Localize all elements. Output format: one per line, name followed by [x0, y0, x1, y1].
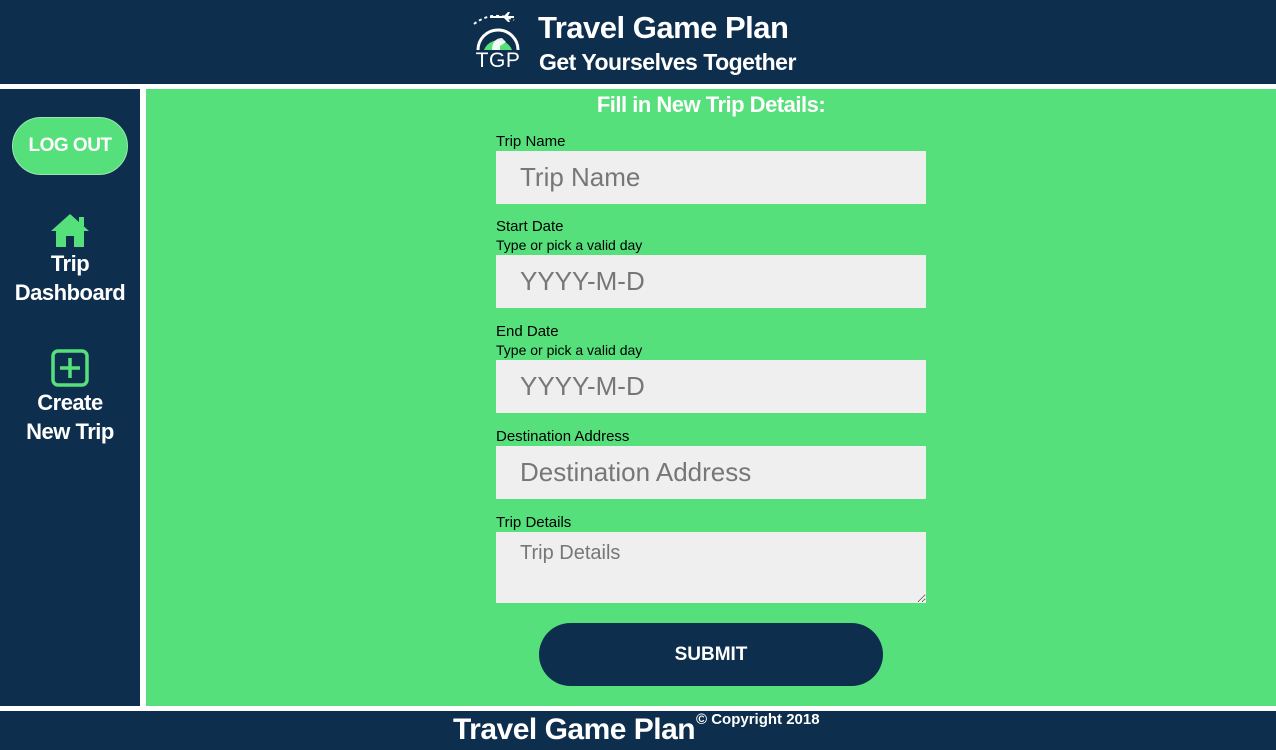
destination-address-label: Destination Address: [496, 428, 630, 445]
start-date-input[interactable]: [496, 255, 926, 308]
submit-button[interactable]: SUBMIT: [539, 623, 883, 686]
form-title: Fill in New Trip Details:: [596, 92, 826, 117]
sidebar: LOG OUT Trip Dashboard Create New Trip: [0, 89, 140, 706]
sidebar-item-create-new-trip[interactable]: Create New Trip: [0, 348, 140, 446]
logout-button[interactable]: LOG OUT: [12, 117, 128, 175]
end-date-label: End Date: [496, 323, 559, 340]
end-date-input[interactable]: [496, 360, 926, 413]
sidebar-item-label: New Trip: [26, 419, 114, 444]
airplane-globe-icon: [473, 12, 520, 51]
sidebar-item-label: Create: [37, 390, 103, 415]
destination-address-input[interactable]: [496, 446, 926, 499]
tgp-logo[interactable]: TGP: [470, 6, 526, 76]
start-date-hint: Type or pick a valid day: [496, 237, 643, 253]
sidebar-item-trip-dashboard[interactable]: Trip Dashboard: [0, 211, 140, 307]
footer-brand: Travel Game Plan: [453, 713, 696, 746]
trip-details-textarea[interactable]: [496, 532, 926, 603]
plus-square-icon: [51, 349, 89, 387]
start-date-label: Start Date: [496, 218, 564, 235]
sidebar-item-label: Dashboard: [14, 280, 126, 305]
app-header: TGP Travel Game Plan Get Yourselves Toge…: [0, 0, 1276, 84]
home-icon: [51, 214, 89, 247]
trip-name-label: Trip Name: [496, 133, 566, 150]
app-subtitle: Get Yourselves Together: [539, 49, 796, 75]
end-date-hint: Type or pick a valid day: [496, 342, 643, 358]
app-footer: Travel Game Plan © Copyright 2018: [0, 711, 1276, 750]
main-content: Fill in New Trip Details: Trip Name Star…: [146, 89, 1276, 706]
logo-text: TGP: [475, 49, 521, 72]
sidebar-item-label: Trip: [50, 251, 90, 276]
footer-copyright: © Copyright 2018: [696, 711, 820, 728]
trip-name-input[interactable]: [496, 151, 926, 204]
app-title: Travel Game Plan: [538, 10, 789, 45]
trip-details-label: Trip Details: [496, 514, 572, 531]
